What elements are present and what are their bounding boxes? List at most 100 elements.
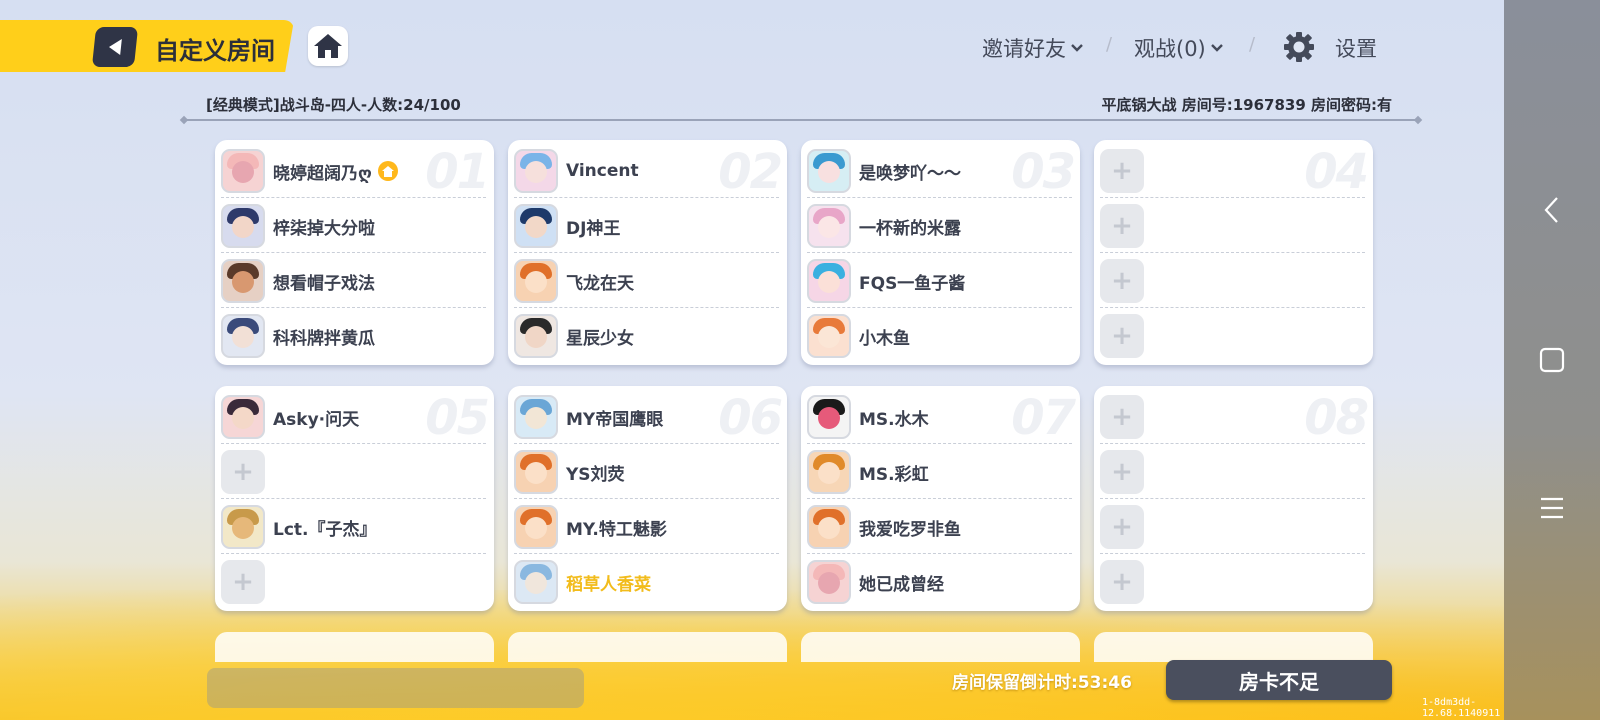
room-card-button[interactable]: 房卡不足 xyxy=(1166,660,1392,700)
avatar xyxy=(807,204,851,248)
back-chevron-icon xyxy=(1544,197,1558,223)
player-slot[interactable]: 晓婷超阔乃ღ xyxy=(221,144,486,198)
plus-icon: + xyxy=(1100,560,1144,604)
team-card: 07 MS.水木 MS.彩虹 我爱吃罗非鱼 她已成曾经 xyxy=(801,386,1080,611)
avatar xyxy=(807,450,851,494)
player-slot[interactable]: 科科牌拌黄瓜 xyxy=(221,309,486,363)
plus-icon: + xyxy=(1100,204,1144,248)
player-slot[interactable]: MY.特工魅影 xyxy=(514,500,779,554)
empty-player-slot[interactable]: + xyxy=(1100,445,1365,499)
player-name: MS.水木 xyxy=(859,409,929,430)
player-slot[interactable]: 星辰少女 xyxy=(514,309,779,363)
menu-separator: / xyxy=(1249,34,1256,55)
system-home-button[interactable] xyxy=(1504,330,1600,390)
invite-friends-dropdown[interactable]: 邀请好友 xyxy=(982,33,1084,63)
player-slot[interactable]: YS刘荧 xyxy=(514,445,779,499)
team-card: 08 + + + + xyxy=(1094,386,1373,611)
player-name: 一杯新的米露 xyxy=(859,218,961,239)
settings-button[interactable]: 设置 xyxy=(1335,33,1377,63)
player-name: Vincent xyxy=(566,161,639,181)
chat-input-bar[interactable] xyxy=(207,668,584,708)
empty-player-slot[interactable]: + xyxy=(1100,144,1365,198)
plus-icon: + xyxy=(1100,395,1144,439)
player-name: 她已成曾经 xyxy=(859,574,944,595)
player-name: Lct.『子杰』 xyxy=(273,519,377,540)
avatar xyxy=(514,395,558,439)
system-menu-button[interactable] xyxy=(1504,478,1600,538)
player-slot[interactable]: Vincent xyxy=(514,144,779,198)
empty-player-slot[interactable]: + xyxy=(1100,390,1365,444)
spectate-dropdown[interactable]: 观战(0) xyxy=(1134,33,1224,63)
player-name: 梓柒掉大分啦 xyxy=(273,218,375,239)
player-slot[interactable]: 飞龙在天 xyxy=(514,254,779,308)
room-mode-info: [经典模式]战斗岛-四人-人数:24/100 xyxy=(206,96,461,114)
player-slot[interactable]: 一杯新的米露 xyxy=(807,199,1072,253)
plus-icon: + xyxy=(1100,314,1144,358)
player-slot[interactable]: MS.彩虹 xyxy=(807,445,1072,499)
avatar xyxy=(221,505,265,549)
player-slot[interactable]: 她已成曾经 xyxy=(807,555,1072,609)
avatar xyxy=(807,505,851,549)
empty-player-slot[interactable]: + xyxy=(221,555,486,609)
plus-icon: + xyxy=(221,560,265,604)
avatar xyxy=(807,560,851,604)
avatar xyxy=(221,259,265,303)
player-slot[interactable]: DJ神王 xyxy=(514,199,779,253)
avatar xyxy=(514,450,558,494)
player-slot[interactable]: 稻草人香菜 xyxy=(514,555,779,609)
avatar xyxy=(807,395,851,439)
avatar xyxy=(514,259,558,303)
avatar xyxy=(514,314,558,358)
host-house-icon xyxy=(377,161,398,181)
invite-friends-label: 邀请好友 xyxy=(982,37,1066,61)
avatar xyxy=(221,314,265,358)
menu-icon xyxy=(1541,497,1563,519)
gear-icon[interactable] xyxy=(1282,30,1316,64)
player-slot[interactable]: MY帝国鹰眼 xyxy=(514,390,779,444)
game-screen: 自定义房间 邀请好友 / 观战(0) / 设置 [经典模式]战斗岛-四人-人数:… xyxy=(0,0,1504,720)
team-card: 03 是唤梦吖～～ 一杯新的米露 FQS一鱼子酱 小木鱼 xyxy=(801,140,1080,365)
system-back-button[interactable] xyxy=(1504,180,1600,240)
empty-player-slot[interactable]: + xyxy=(1100,500,1365,554)
divider xyxy=(184,119,1418,121)
player-name: 我爱吃罗非鱼 xyxy=(859,519,961,540)
empty-player-slot[interactable]: + xyxy=(1100,254,1365,308)
home-icon xyxy=(314,34,342,58)
room-countdown: 房间保留倒计时:53:46 xyxy=(952,673,1132,693)
player-slot[interactable]: Lct.『子杰』 xyxy=(221,500,486,554)
team-card-peek xyxy=(508,632,787,662)
avatar xyxy=(807,314,851,358)
player-slot[interactable]: FQS一鱼子酱 xyxy=(807,254,1072,308)
empty-player-slot[interactable]: + xyxy=(1100,199,1365,253)
home-button[interactable] xyxy=(308,26,348,66)
team-card: 06 MY帝国鹰眼 YS刘荧 MY.特工魅影 稻草人香菜 xyxy=(508,386,787,611)
avatar xyxy=(807,259,851,303)
empty-player-slot[interactable]: + xyxy=(1100,555,1365,609)
avatar xyxy=(514,149,558,193)
team-card: 05 Asky·问天 + Lct.『子杰』 + xyxy=(215,386,494,611)
avatar xyxy=(221,395,265,439)
empty-player-slot[interactable]: + xyxy=(221,445,486,499)
player-name: 星辰少女 xyxy=(566,328,634,349)
player-slot[interactable]: Asky·问天 xyxy=(221,390,486,444)
back-button[interactable] xyxy=(91,27,139,67)
player-slot[interactable]: 我爱吃罗非鱼 xyxy=(807,500,1072,554)
empty-player-slot[interactable]: + xyxy=(1100,309,1365,363)
player-slot[interactable]: 是唤梦吖～～ xyxy=(807,144,1072,198)
team-card: 04 + + + + xyxy=(1094,140,1373,365)
team-card: 01 晓婷超阔乃ღ 梓柒掉大分啦 想看帽子戏法 科科牌拌黄瓜 xyxy=(215,140,494,365)
player-name: 想看帽子戏法 xyxy=(273,273,375,294)
player-name: 小木鱼 xyxy=(859,328,910,349)
player-name: MY帝国鹰眼 xyxy=(566,409,664,430)
build-version: 1-8dm3dd-12.68.1140911 xyxy=(1422,697,1501,719)
player-slot[interactable]: 想看帽子戏法 xyxy=(221,254,486,308)
avatar xyxy=(807,149,851,193)
player-slot[interactable]: 梓柒掉大分啦 xyxy=(221,199,486,253)
plus-icon: + xyxy=(1100,259,1144,303)
team-card: 02 Vincent DJ神王 飞龙在天 星辰少女 xyxy=(508,140,787,365)
player-slot[interactable]: 小木鱼 xyxy=(807,309,1072,363)
player-name: Asky·问天 xyxy=(273,409,360,430)
chevron-down-icon xyxy=(1210,44,1223,52)
plus-icon: + xyxy=(1100,505,1144,549)
player-slot[interactable]: MS.水木 xyxy=(807,390,1072,444)
